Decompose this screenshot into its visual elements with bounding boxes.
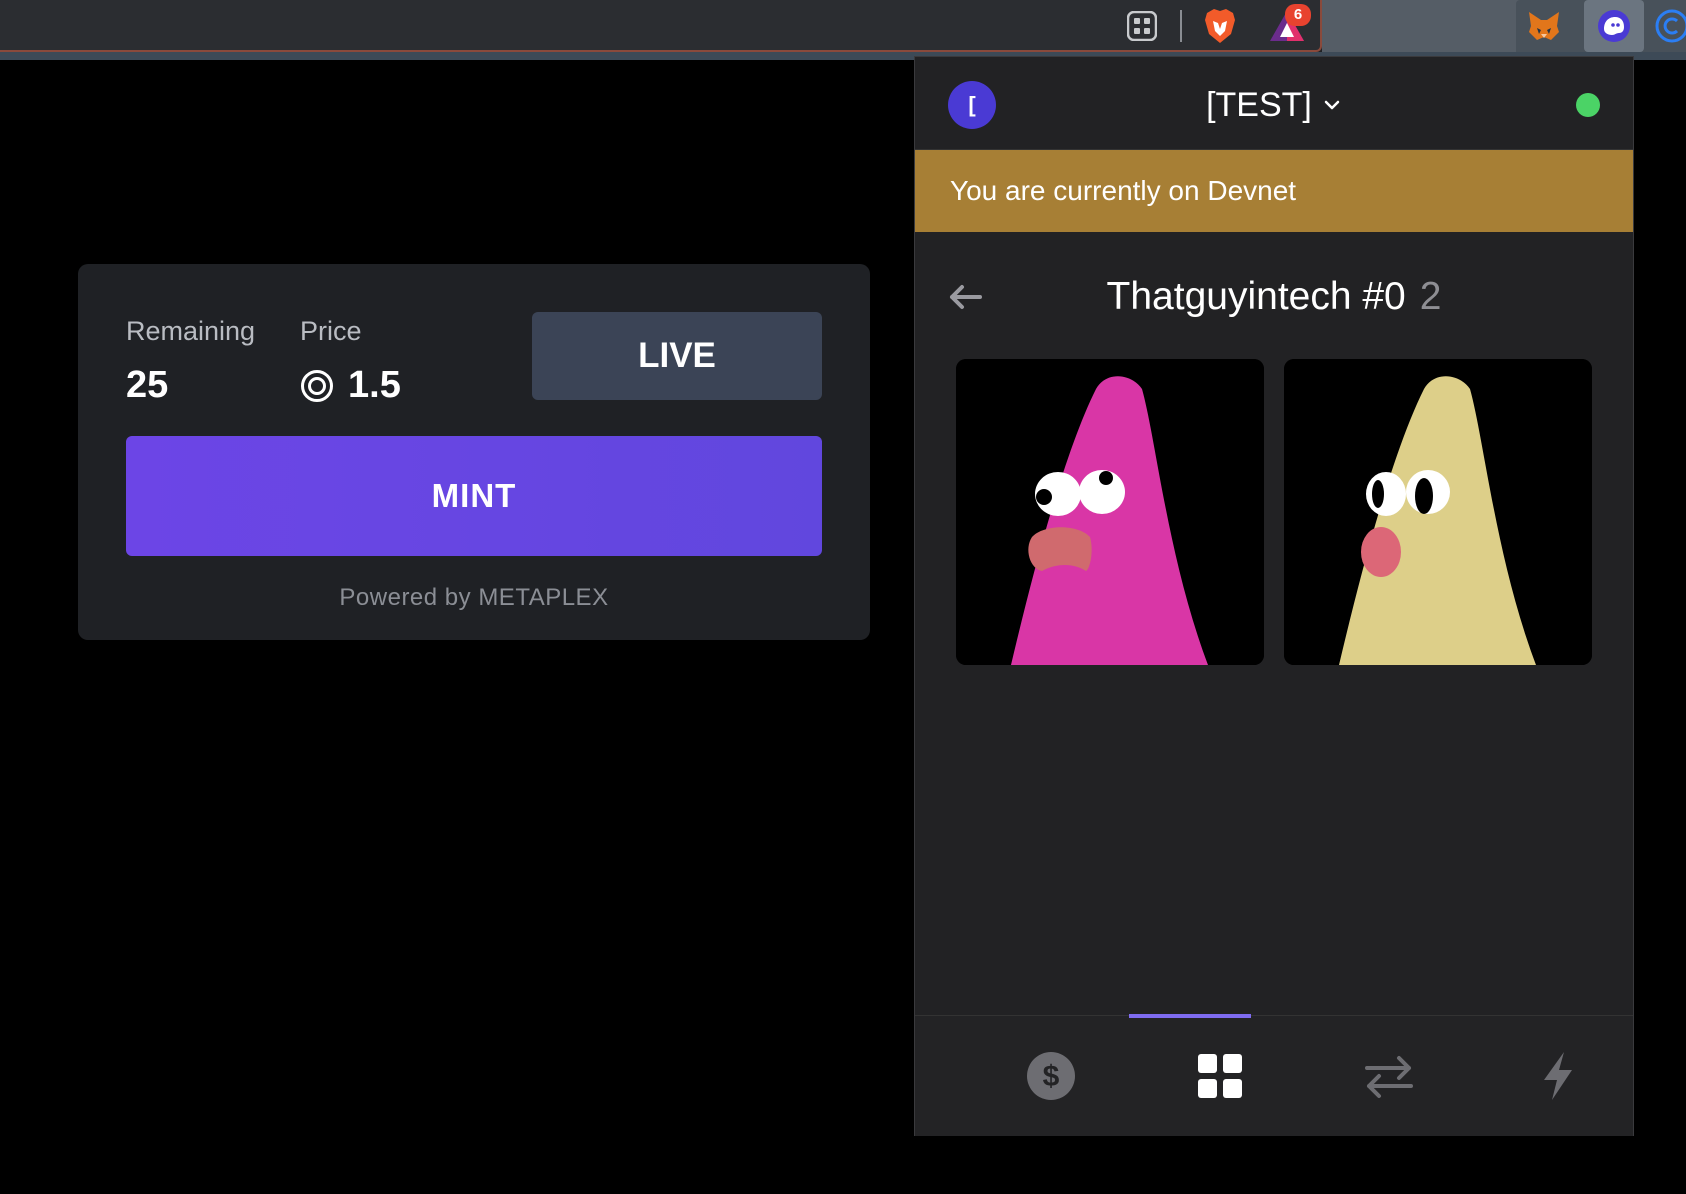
powered-by-text: Powered by METAPLEX (339, 584, 609, 611)
wallet-header: [ [TEST] (915, 57, 1633, 150)
wallet-bottom-nav: $ (915, 1014, 1633, 1136)
connection-status-dot (1576, 93, 1600, 117)
brave-rewards-icon[interactable]: 6 (1267, 4, 1311, 46)
collection-header: Thatguyintech #0 2 (915, 257, 1633, 337)
toolbar-divider (1180, 10, 1182, 42)
c-extension-icon[interactable] (1652, 6, 1686, 46)
mint-button[interactable]: MINT (126, 436, 822, 556)
grid-icon[interactable] (1122, 6, 1162, 46)
yellow-nft-image (1284, 359, 1592, 665)
phantom-ghost-icon[interactable] (1584, 0, 1644, 52)
sol-circle-icon (301, 369, 333, 402)
collectibles-grid-icon[interactable] (1190, 1046, 1250, 1106)
metamask-fox-icon[interactable] (1524, 6, 1564, 46)
svg-text:$: $ (1043, 1060, 1060, 1093)
collection-title-group: Thatguyintech #0 2 (915, 257, 1633, 337)
mint-card: Remaining 25 Price 1.5 LIVE MINT Powered… (78, 264, 870, 640)
swap-arrows-icon[interactable] (1359, 1046, 1419, 1106)
price-value-group: 1.5 (300, 364, 401, 407)
nav-active-indicator (1129, 1014, 1251, 1018)
price-value: 1.5 (348, 364, 401, 406)
price-label: Price (300, 316, 362, 346)
live-status-button[interactable]: LIVE (532, 312, 822, 400)
chevron-down-icon[interactable] (1322, 95, 1342, 115)
address-bar[interactable]: 6 (0, 0, 1322, 52)
back-arrow-icon[interactable] (945, 277, 985, 317)
rewards-count-badge: 6 (1285, 4, 1311, 26)
collection-count: 2 (1419, 275, 1442, 318)
balance-icon[interactable]: $ (1021, 1046, 1081, 1106)
wallet-popup: [ [TEST] You are currently on Devnet Tha… (914, 56, 1634, 1136)
devnet-banner: You are currently on Devnet (915, 150, 1633, 232)
remaining-value: 25 (126, 364, 169, 406)
remaining-label: Remaining (126, 316, 256, 346)
account-avatar[interactable]: [ (948, 81, 996, 129)
account-selector[interactable]: [TEST] (915, 81, 1633, 129)
nft-item-pink[interactable] (956, 359, 1264, 665)
pink-nft-image (956, 359, 1264, 665)
nft-item-yellow[interactable] (1284, 359, 1592, 665)
account-name[interactable]: [TEST] (1206, 86, 1312, 125)
browser-toolbar: 6 (0, 0, 1686, 60)
collection-title: Thatguyintech #0 (1106, 275, 1406, 318)
devnet-banner-text: You are currently on Devnet (950, 175, 1297, 206)
brave-lion-icon[interactable] (1200, 6, 1240, 46)
activity-bolt-icon[interactable] (1528, 1046, 1588, 1106)
